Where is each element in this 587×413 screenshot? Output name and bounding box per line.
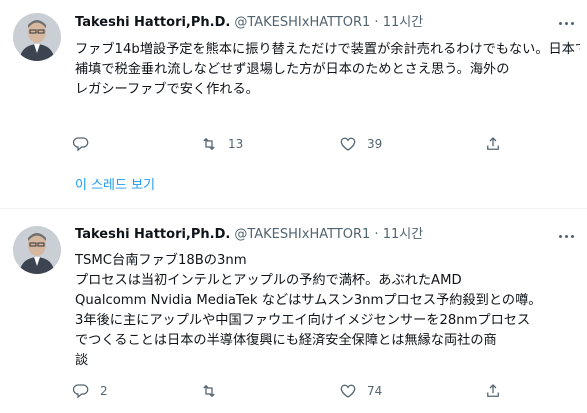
- reply-button[interactable]: 2: [72, 381, 108, 401]
- show-thread-link[interactable]: 이 스레드 보기: [0, 150, 587, 208]
- heart-icon: [340, 384, 356, 398]
- like-count: 74: [367, 384, 383, 398]
- share-button[interactable]: [484, 381, 502, 401]
- avatar[interactable]: [13, 226, 61, 274]
- like-count: 39: [367, 137, 383, 151]
- author-name[interactable]: Takeshi Hattori,Ph.D.: [75, 15, 230, 30]
- reply-count: 2: [100, 384, 108, 398]
- tweet-text: TSMC台南ファブ18Bの3nm プロセスは当初インテルとアップルの予約で満杯。…: [75, 251, 580, 371]
- tweet-text: ファブ14b増設予定を熊本に振り替えただけで装置が余計売れるわけでもない。日本で…: [75, 40, 580, 100]
- more-icon[interactable]: [557, 14, 577, 32]
- tweet-text-line: 談: [75, 353, 89, 368]
- tweet-text-line: TSMC台南ファブ18Bの3nm: [75, 253, 247, 268]
- tweet-text-line: 3年後に主にアップルや中国ファウエイ向けイメジセンサーを28nmプロセス: [75, 313, 531, 328]
- tweet-text-line: 補填で税金垂れ流しなどせず退場した方が日本のためとさえ思う。海外の: [75, 62, 510, 77]
- author-handle[interactable]: @TAKESHIxHATTOR1 · 11시간: [234, 15, 423, 30]
- retweet-button[interactable]: [200, 381, 228, 401]
- tweet-text-line: Qualcomm Nvidia MediaTek などはサムスン3nmプロセス予…: [75, 293, 542, 308]
- tweet-actions: 2 74: [72, 381, 582, 401]
- retweet-icon: [203, 384, 215, 398]
- tweet-text-line: プロセスは当初インテルとアップルの予約で満杯。あぶれたAMD: [75, 273, 462, 288]
- more-icon[interactable]: [557, 227, 577, 245]
- share-icon: [487, 384, 499, 397]
- tweet-text-line: ファブ14b増設予定を熊本に振り替えただけで装置が余計売れるわけでもない。日本で…: [75, 42, 580, 57]
- retweet-count: 13: [228, 137, 244, 151]
- tweet-header: Takeshi Hattori,Ph.D. @TAKESHIxHATTOR1 · …: [75, 226, 423, 244]
- author-name[interactable]: Takeshi Hattori,Ph.D.: [75, 227, 230, 242]
- tweet-header: Takeshi Hattori,Ph.D. @TAKESHIxHATTOR1 · …: [75, 14, 423, 32]
- author-handle[interactable]: @TAKESHIxHATTOR1 · 11시간: [234, 227, 423, 242]
- like-button[interactable]: 74: [339, 381, 382, 401]
- tweet-text-line: でつくることは日本の半導体復興にも経済安全保障とは無縁な両社の商: [75, 333, 497, 348]
- tweet[interactable]: Takeshi Hattori,Ph.D. @TAKESHIxHATTOR1 · …: [0, 0, 587, 152]
- tweet-text-line: レガシーファブで安く作れる。: [75, 82, 259, 97]
- show-thread-label[interactable]: 이 스레드 보기: [75, 174, 155, 193]
- reply-icon: [72, 384, 89, 399]
- tweet[interactable]: Takeshi Hattori,Ph.D. @TAKESHIxHATTOR1 · …: [0, 209, 587, 413]
- avatar[interactable]: [13, 13, 61, 61]
